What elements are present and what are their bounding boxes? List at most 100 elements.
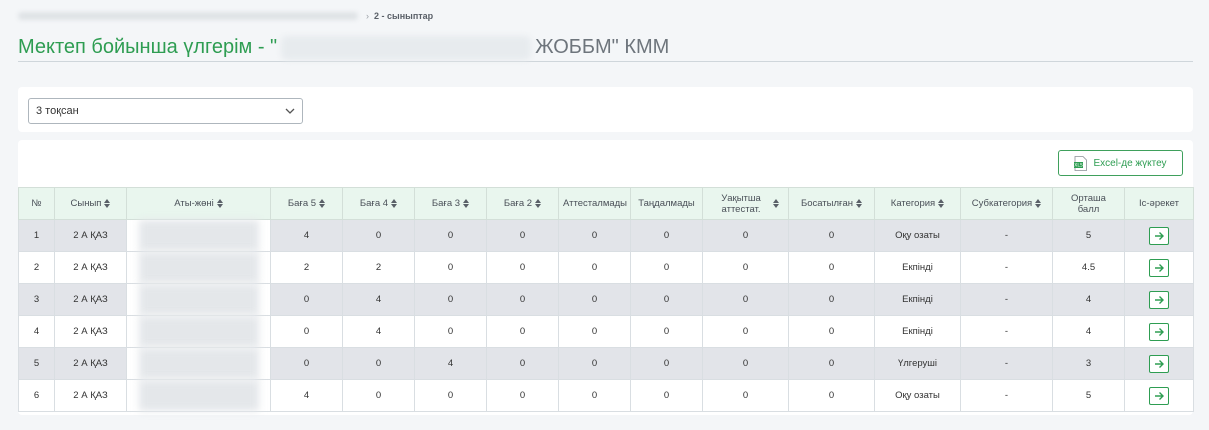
cell-sub: - [960,315,1053,348]
cell-g3: 4 [414,347,487,380]
arrow-right-icon [1155,263,1164,272]
cell-action [1124,251,1194,284]
column-header-grade5[interactable]: Баға 5 [270,187,343,220]
cell-g5: 4 [270,219,343,252]
cell-g2: 0 [486,283,559,316]
excel-export-button[interactable]: XLS Excel-де жүктеу [1058,150,1183,176]
table-row: 62 А ҚАЗ 4 0 0 0 0 0 0 0 Оқу озаты -5 [18,379,1194,412]
column-header-action: Іс-әрекет [1124,187,1194,220]
cell-bos: 0 [788,347,875,380]
quarter-select-value: 3 тоқсан [36,105,79,117]
column-header-grade4[interactable]: Баға 4 [342,187,415,220]
open-details-button[interactable] [1149,258,1169,277]
open-details-button[interactable] [1149,386,1169,405]
column-header-exempt[interactable]: Босатылған [788,187,875,220]
cell-g5: 0 [270,283,343,316]
cell-g5: 0 [270,347,343,380]
column-header-class[interactable]: Сынып [54,187,127,220]
sort-icon [938,199,945,208]
cell-student-name [126,283,271,316]
cell-cat: Үлгеруші [874,347,961,380]
cell-temp: 0 [702,219,789,252]
svg-text:XLS: XLS [1075,162,1084,168]
cell-att: 0 [558,379,631,412]
arrow-right-icon [1155,391,1164,400]
cell-class: 2 А ҚАЗ [54,379,127,412]
cell-student-name [126,251,271,284]
sort-icon [463,199,470,208]
cell-class: 2 А ҚАЗ [54,251,127,284]
cell-g2: 0 [486,379,559,412]
table-row: 52 А ҚАЗ 0 0 4 0 0 0 0 0 Үлгеруші -3 [18,347,1194,380]
excel-file-icon: XLS [1074,155,1088,171]
arrow-right-icon [1155,231,1164,240]
open-details-button[interactable] [1149,322,1169,341]
cell-tan: 0 [630,283,703,316]
cell-att: 0 [558,347,631,380]
cell-n: 1 [18,219,55,252]
cell-tan: 0 [630,347,703,380]
cell-cat: Екпінді [874,283,961,316]
cell-temp: 0 [702,379,789,412]
cell-att: 0 [558,219,631,252]
cell-n: 3 [18,283,55,316]
arrow-right-icon [1155,359,1164,368]
cell-bos: 0 [788,219,875,252]
cell-att: 0 [558,315,631,348]
cell-avg: 4 [1052,315,1125,348]
cell-tan: 0 [630,219,703,252]
open-details-button[interactable] [1149,354,1169,373]
cell-g5: 0 [270,315,343,348]
cell-class: 2 А ҚАЗ [54,347,127,380]
column-header-grade3[interactable]: Баға 3 [414,187,487,220]
sort-icon [216,199,223,208]
open-details-button[interactable] [1149,290,1169,309]
cell-g4: 0 [342,219,415,252]
cell-student-name [126,315,271,348]
breadcrumb-parent-blurred[interactable] [18,12,358,20]
chevron-down-icon [285,108,295,114]
cell-att: 0 [558,251,631,284]
column-header-not-attested: Аттесталмады [558,187,631,220]
student-name-blurred [138,380,259,411]
cell-cat: Оқу озаты [874,379,961,412]
column-header-subcategory[interactable]: Субкатегория [960,187,1053,220]
breadcrumb-separator-icon: › [366,11,369,21]
quarter-select[interactable]: 3 тоқсан [28,98,303,124]
cell-bos: 0 [788,251,875,284]
cell-n: 5 [18,347,55,380]
table-row: 12 А ҚАЗ 4 0 0 0 0 0 0 0 Оқу озаты -5 [18,219,1194,252]
column-header-category[interactable]: Категория [874,187,961,220]
table-row: 32 А ҚАЗ 0 4 0 0 0 0 0 0 Екпінді -4 [18,283,1194,316]
column-header-not-chosen: Таңдалмады [630,187,703,220]
cell-student-name [126,347,271,380]
cell-sub: - [960,347,1053,380]
column-header-temp-attest[interactable]: Уақытша аттестат. [702,187,789,220]
cell-cat: Оқу озаты [874,219,961,252]
cell-g2: 0 [486,315,559,348]
student-name-blurred [138,348,259,379]
cell-action [1124,283,1194,316]
breadcrumb-current: 2 - сыныптар [374,11,434,21]
cell-sub: - [960,283,1053,316]
cell-class: 2 А ҚАЗ [54,283,127,316]
column-header-grade2[interactable]: Баға 2 [486,187,559,220]
open-details-button[interactable] [1149,226,1169,245]
results-table: № Сынып Аты-жөні Баға 5 Баға 4 Баға 3 Ба… [18,187,1194,412]
column-header-number: № [18,187,55,220]
cell-g3: 0 [414,283,487,316]
student-name-blurred [138,252,259,283]
cell-temp: 0 [702,251,789,284]
cell-avg: 3 [1052,347,1125,380]
student-name-blurred [138,316,259,347]
page-title-suffix: ЖОББМ" КММ [535,36,670,58]
cell-temp: 0 [702,347,789,380]
cell-g2: 0 [486,347,559,380]
cell-class: 2 А ҚАЗ [54,219,127,252]
cell-g2: 0 [486,219,559,252]
column-header-name[interactable]: Аты-жөні [126,187,271,220]
sort-icon [773,199,779,208]
cell-sub: - [960,251,1053,284]
arrow-right-icon [1155,295,1164,304]
breadcrumb: › 2 - сыныптар [18,9,433,23]
